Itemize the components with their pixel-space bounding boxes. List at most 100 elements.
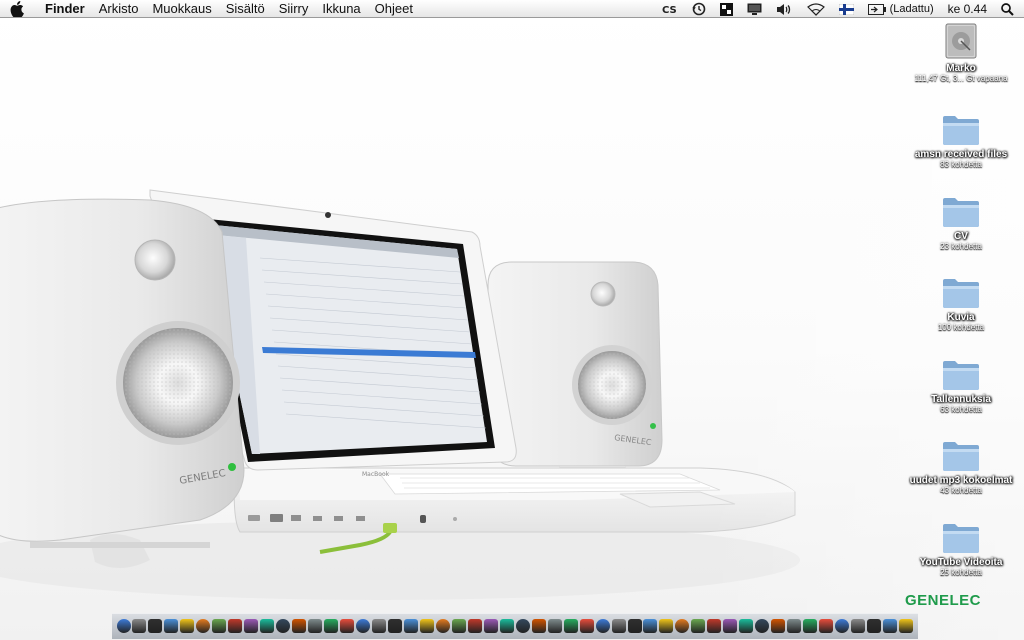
desktop-wallpaper: GENELEC MacBook GENELEC <box>0 18 1024 640</box>
dock-app-icon[interactable] <box>308 616 323 636</box>
dock-app-icon[interactable] <box>739 616 754 636</box>
dock-app-icon[interactable] <box>196 616 211 636</box>
folder-icon <box>941 436 981 472</box>
dock-app-icon[interactable] <box>435 616 450 636</box>
menu-ikkuna[interactable]: Ikkuna <box>315 0 367 18</box>
dock-app-icon[interactable] <box>164 616 179 636</box>
dock-app-glyph <box>340 619 355 633</box>
desktop-icon-folder[interactable]: uudet mp3 kokoelmat 43 kohdetta <box>906 436 1016 495</box>
dock-app-icon[interactable] <box>627 616 642 636</box>
dock-app-icon[interactable] <box>340 616 355 636</box>
dock-app-icon[interactable] <box>659 616 674 636</box>
dock-app-icon[interactable] <box>595 616 610 636</box>
laptop-logo: MacBook <box>362 471 390 478</box>
dock-app-icon[interactable] <box>276 616 291 636</box>
dock-app-icon[interactable] <box>675 616 690 636</box>
dock-app-glyph <box>803 619 818 633</box>
dock-app-icon[interactable] <box>547 616 562 636</box>
menu-sisalto[interactable]: Sisältö <box>219 0 272 18</box>
dock-app-icon[interactable] <box>723 616 738 636</box>
dock-app-icon[interactable] <box>324 616 339 636</box>
time-machine-icon[interactable] <box>692 2 706 16</box>
battery-icon <box>867 3 886 15</box>
volume-icon[interactable] <box>776 3 793 16</box>
dock-app-icon[interactable] <box>292 616 307 636</box>
menu-siirry[interactable]: Siirry <box>272 0 316 18</box>
dock-app-icon[interactable] <box>835 616 850 636</box>
dock-app-icon[interactable] <box>531 616 546 636</box>
dock-app-icon[interactable] <box>180 616 195 636</box>
dock-app-icon[interactable] <box>356 616 371 636</box>
dock-app-icon[interactable] <box>116 616 131 636</box>
dock-app-glyph <box>819 619 834 633</box>
menu-muokkaus[interactable]: Muokkaus <box>145 0 218 18</box>
dock-app-icon[interactable] <box>579 616 594 636</box>
dock-app-icon[interactable] <box>499 616 514 636</box>
dock-app-icon[interactable] <box>212 616 227 636</box>
dock-app-glyph <box>116 619 131 633</box>
folder-icon <box>941 192 981 228</box>
apple-menu-icon[interactable] <box>10 0 26 17</box>
desktop-icon-label: uudet mp3 kokoelmat <box>909 475 1013 486</box>
battery-status[interactable]: (Ladattu) <box>867 3 934 15</box>
dock-app-icon[interactable] <box>755 616 770 636</box>
menu-ohjeet[interactable]: Ohjeet <box>368 0 420 18</box>
dock-app-icon[interactable] <box>372 616 387 636</box>
dock-app-icon[interactable] <box>691 616 706 636</box>
dock-app-icon[interactable] <box>403 616 418 636</box>
dock-app-icon[interactable] <box>883 616 898 636</box>
dock-app-icon[interactable] <box>451 616 466 636</box>
dock-app-glyph <box>595 619 610 633</box>
desktop-icon-folder[interactable]: Tallennuksia 63 kohdetta <box>906 355 1016 414</box>
spaces-icon[interactable] <box>719 2 733 16</box>
dock-app-glyph <box>132 619 147 633</box>
cs-icon[interactable]: CS <box>662 3 678 15</box>
dock-app-icon[interactable] <box>707 616 722 636</box>
desktop-icon-info: 111,47 Gt, 3... Gt vapaana <box>914 74 1008 83</box>
dock-app-icon[interactable] <box>260 616 275 636</box>
desktop-icon-label: YouTube Videoita <box>919 557 1003 568</box>
dock-app-icon[interactable] <box>148 616 163 636</box>
dock-app-icon[interactable] <box>132 616 147 636</box>
desktop-icon-folder[interactable]: CV 23 kohdetta <box>906 192 1016 251</box>
desktop-icon-folder[interactable]: Kuvia 100 kohdetta <box>906 273 1016 332</box>
dock-app-icon[interactable] <box>419 616 434 636</box>
dock-app-icon[interactable] <box>563 616 578 636</box>
dock-app-icon[interactable] <box>611 616 626 636</box>
dock-app-glyph <box>499 619 514 633</box>
menu-arkisto[interactable]: Arkisto <box>92 0 146 18</box>
dock-app-glyph <box>771 619 786 633</box>
dock-app-icon[interactable] <box>515 616 530 636</box>
dock-app-glyph <box>212 619 227 633</box>
dock-app-glyph <box>851 619 866 633</box>
desktop-icon-folder[interactable]: YouTube Videoita 25 kohdetta <box>906 518 1016 577</box>
finnish-flag-icon[interactable] <box>838 3 854 15</box>
dock-app-icon[interactable] <box>244 616 259 636</box>
dock-app-glyph <box>260 619 275 633</box>
dock-app-icon[interactable] <box>771 616 786 636</box>
desktop-icon-folder[interactable]: amsn received files 83 kohdetta <box>906 110 1016 169</box>
dock-app-icon[interactable] <box>819 616 834 636</box>
spotlight-search-icon[interactable] <box>1001 2 1014 16</box>
dock-app-glyph <box>387 619 402 633</box>
desktop-icon-label: amsn received files <box>914 149 1008 160</box>
wifi-icon[interactable] <box>806 2 825 16</box>
dock-app-icon[interactable] <box>387 616 402 636</box>
dock-app-icon[interactable] <box>787 616 802 636</box>
dock <box>112 613 918 639</box>
dock-app-icon[interactable] <box>803 616 818 636</box>
dock-app-icon[interactable] <box>898 616 913 636</box>
dock-app-glyph <box>403 619 418 633</box>
menu-finder[interactable]: Finder <box>38 0 92 18</box>
menu-clock[interactable]: ke 0.44 <box>948 2 987 16</box>
dock-app-icon[interactable] <box>867 616 882 636</box>
dock-app-glyph <box>244 619 259 633</box>
desktop-icon-hard-drive[interactable]: Marko 111,47 Gt, 3... Gt vapaana <box>906 23 1016 83</box>
display-icon[interactable] <box>747 3 762 16</box>
dock-app-icon[interactable] <box>228 616 243 636</box>
dock-app-icon[interactable] <box>467 616 482 636</box>
desktop-icon-label: Tallennuksia <box>931 394 991 405</box>
dock-app-icon[interactable] <box>483 616 498 636</box>
dock-app-icon[interactable] <box>851 616 866 636</box>
dock-app-icon[interactable] <box>643 616 658 636</box>
